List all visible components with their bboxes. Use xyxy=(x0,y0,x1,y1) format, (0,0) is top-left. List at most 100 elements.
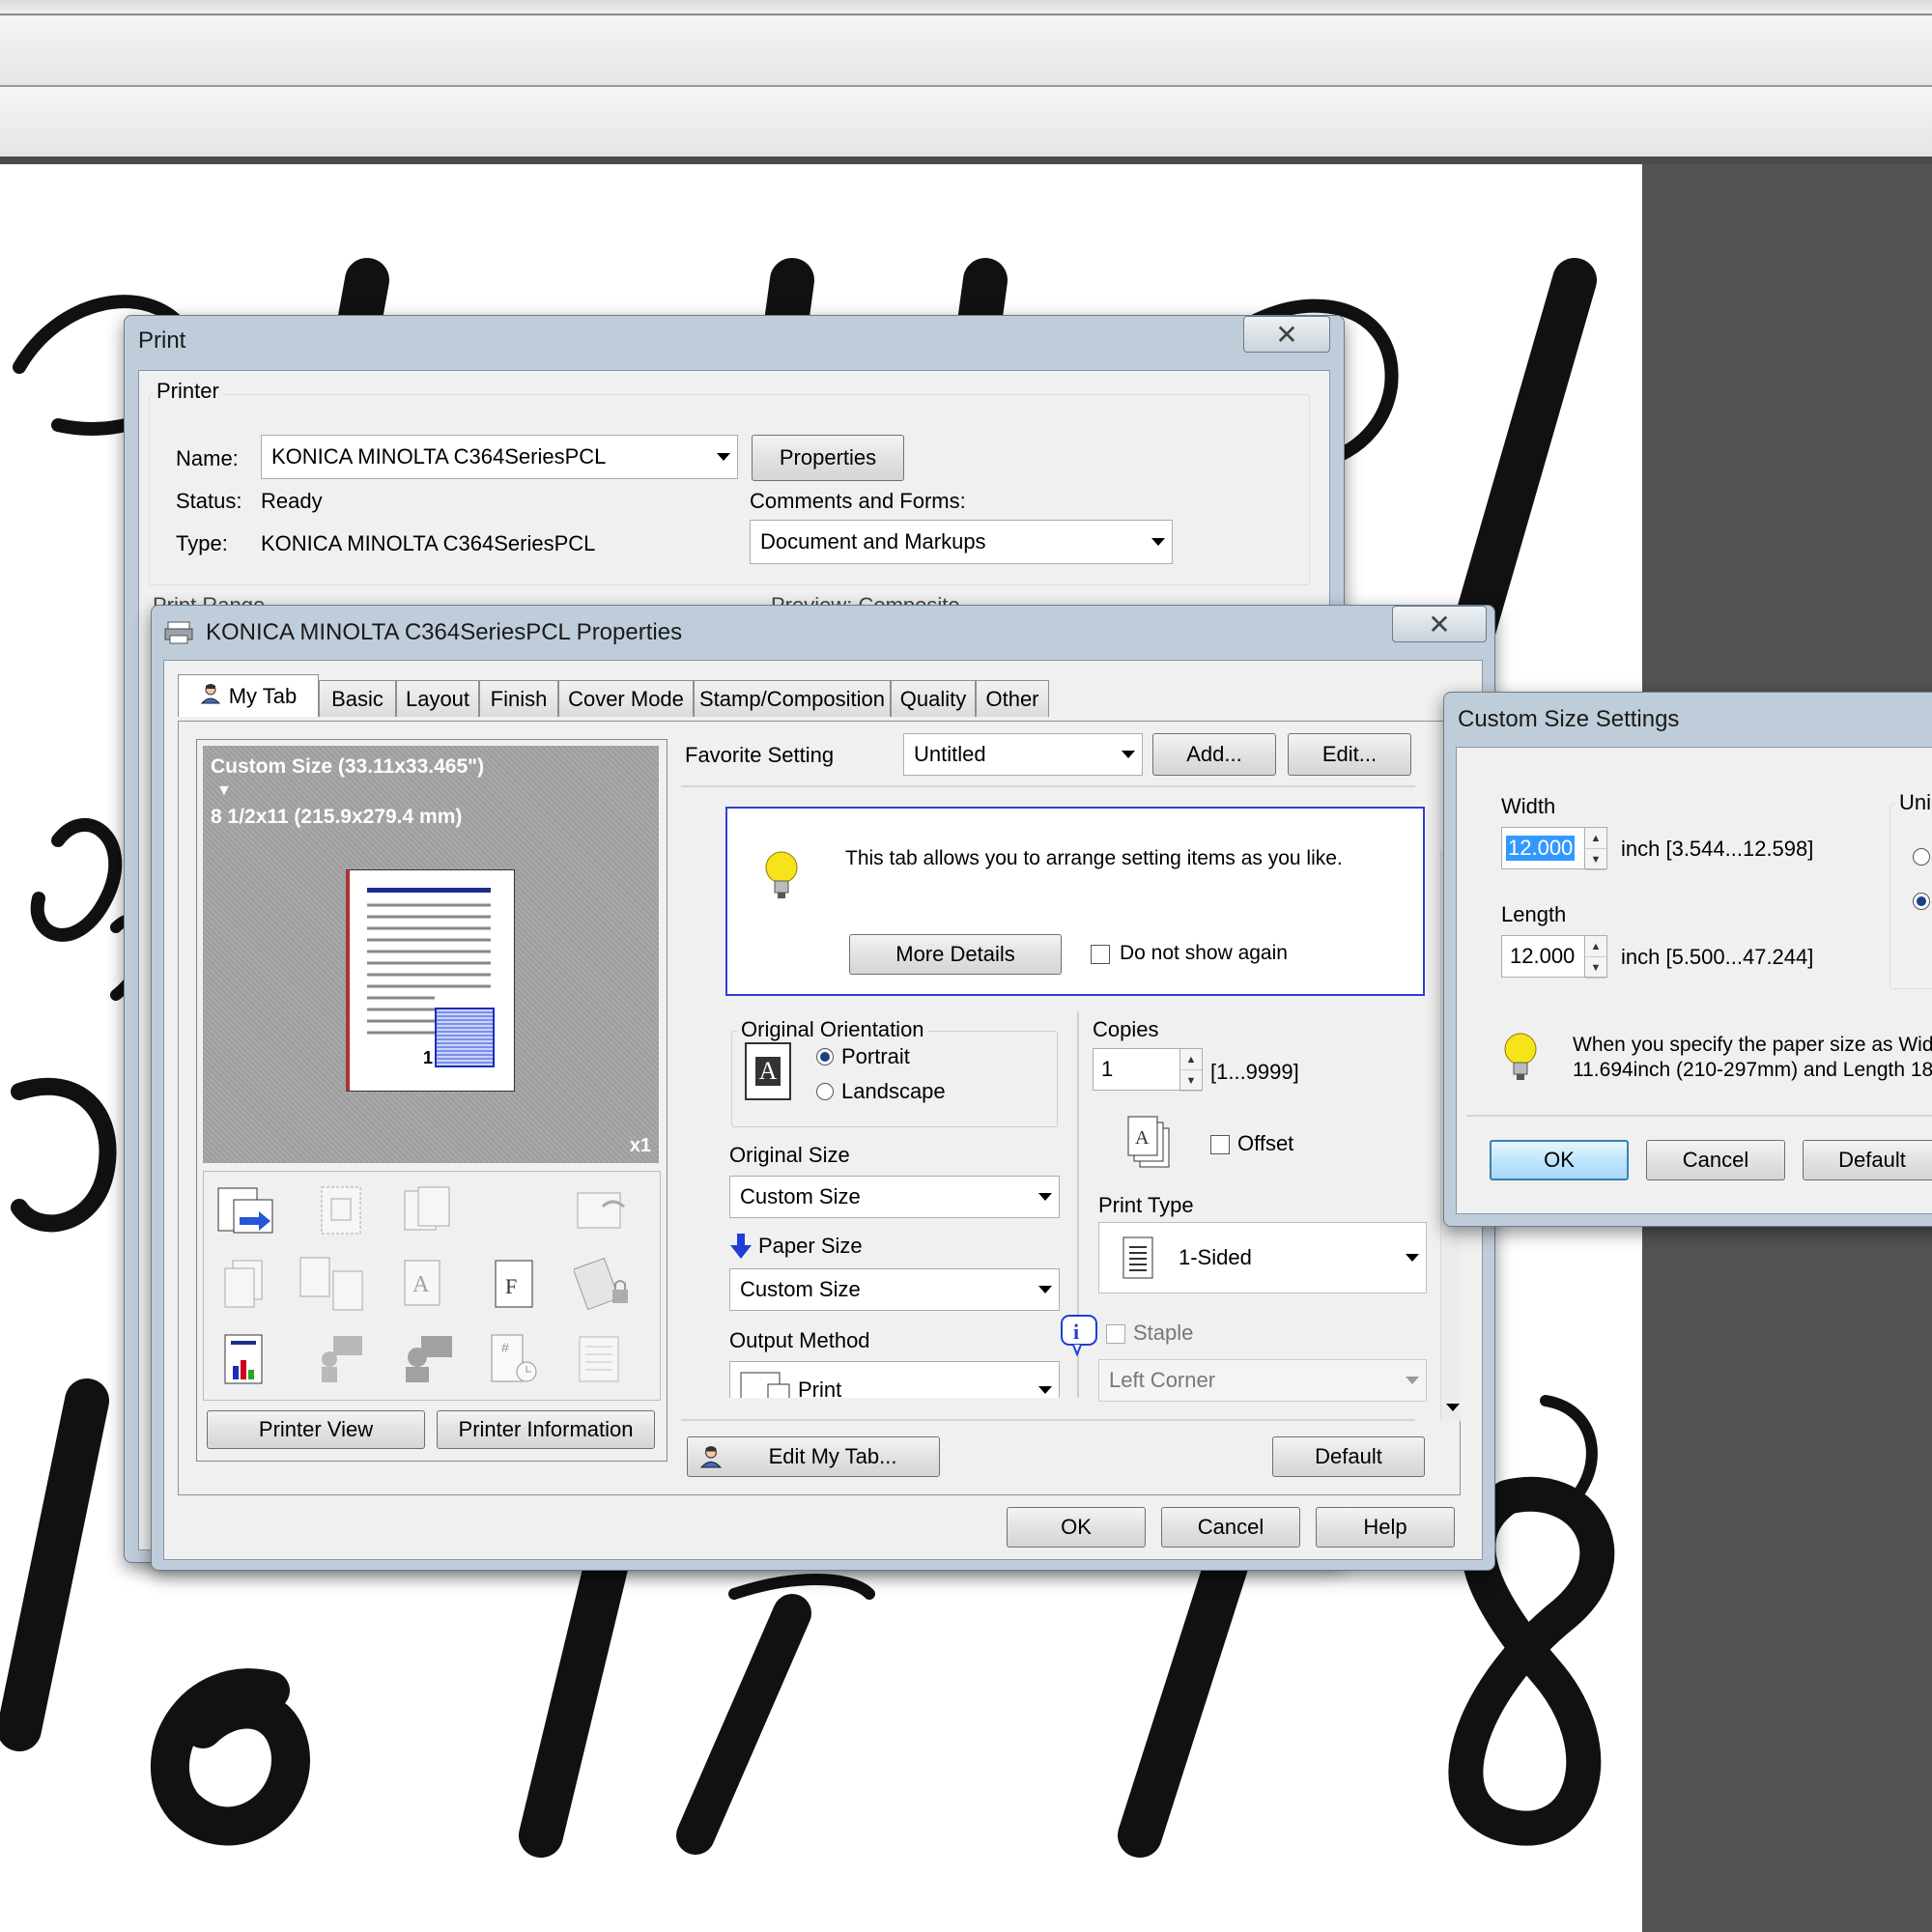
print-dialog-close-button[interactable]: ✕ xyxy=(1243,316,1330,353)
staple-position-select[interactable]: Left Corner xyxy=(1098,1359,1427,1402)
do-not-show-again-checkbox[interactable] xyxy=(1091,945,1110,964)
length-label: Length xyxy=(1501,902,1567,926)
tab-cover-mode[interactable]: Cover Mode xyxy=(558,680,694,717)
chevron-down-icon xyxy=(1115,734,1142,775)
tip-panel: This tab allows you to arrange setting i… xyxy=(725,807,1425,996)
lightbulb-icon xyxy=(762,847,801,905)
booklet-icon[interactable] xyxy=(397,1181,459,1239)
secure-print-icon[interactable] xyxy=(569,1255,639,1313)
portrait-radio[interactable] xyxy=(816,1048,834,1065)
schedule-print-icon[interactable]: # xyxy=(484,1330,546,1388)
combine-icon[interactable] xyxy=(213,1255,275,1313)
spin-down-icon[interactable]: ▼ xyxy=(1585,957,1606,979)
custom-size-default-button[interactable]: Default xyxy=(1803,1140,1932,1180)
tab-layout[interactable]: Layout xyxy=(396,680,479,717)
paper-size-select[interactable]: Custom Size xyxy=(729,1268,1060,1311)
portrait-label: Portrait xyxy=(841,1044,910,1068)
poster-icon[interactable] xyxy=(310,1181,372,1239)
size-tip-line1: When you specify the paper size as Wid xyxy=(1573,1034,1932,1056)
length-spinner[interactable]: ▲ ▼ xyxy=(1584,935,1607,979)
close-icon: ✕ xyxy=(1275,319,1298,350)
printer-name-select[interactable]: KONICA MINOLTA C364SeriesPCL xyxy=(261,435,738,479)
info-icon[interactable]: i xyxy=(1060,1315,1098,1356)
rotate-icon[interactable] xyxy=(569,1181,639,1239)
more-details-button[interactable]: More Details xyxy=(849,934,1062,975)
spin-down-icon[interactable]: ▼ xyxy=(1180,1070,1202,1092)
preview-area: Custom Size (33.11x33.465") ▼ 8 1/2x11 (… xyxy=(203,746,659,1163)
chevron-down-icon xyxy=(1399,1223,1426,1293)
comments-forms-select[interactable]: Document and Markups xyxy=(750,520,1173,564)
tab-stamp-composition[interactable]: Stamp/Composition xyxy=(694,680,891,717)
scroll-down-icon[interactable] xyxy=(1446,1404,1460,1411)
watermark-icon[interactable] xyxy=(569,1330,631,1388)
preview-original-size: Custom Size (33.11x33.465") xyxy=(211,755,485,778)
custom-size-client: Width 12.000 ▲ ▼ inch [3.544...12.598] Le… xyxy=(1456,747,1932,1214)
spin-up-icon[interactable]: ▲ xyxy=(1585,828,1606,849)
chevron-down-icon xyxy=(1032,1269,1059,1310)
staple-label: Staple xyxy=(1133,1321,1194,1345)
output-method-value: Print xyxy=(798,1378,842,1398)
page-number: 1 xyxy=(423,1048,434,1067)
tip-text: This tab allows you to arrange setting i… xyxy=(845,847,1343,869)
page-preview: 1 xyxy=(346,869,515,1092)
properties-button[interactable]: Properties xyxy=(752,435,904,481)
tab-strip: My Tab Basic Layout Finish Cover Mode St… xyxy=(178,674,1472,723)
offset-checkbox[interactable] xyxy=(1210,1135,1230,1154)
help-button[interactable]: Help xyxy=(1316,1507,1455,1548)
favorite-setting-value: Untitled xyxy=(914,742,986,766)
tab-finish[interactable]: Finish xyxy=(479,680,558,717)
chevron-down-icon xyxy=(710,436,737,478)
tab-my-tab-label: My Tab xyxy=(228,683,298,708)
add-favorite-button[interactable]: Add... xyxy=(1152,733,1276,776)
cancel-button[interactable]: Cancel xyxy=(1161,1507,1300,1548)
spin-up-icon[interactable]: ▲ xyxy=(1180,1049,1202,1070)
properties-dialog-close-button[interactable]: ✕ xyxy=(1392,606,1487,642)
copies-spinner[interactable]: ▲ ▼ xyxy=(1179,1048,1203,1092)
comments-label: Comments and Forms: xyxy=(750,489,966,513)
default-button[interactable]: Default xyxy=(1272,1436,1425,1477)
spin-down-icon[interactable]: ▼ xyxy=(1585,849,1606,870)
favorite-setting-select[interactable]: Untitled xyxy=(903,733,1143,776)
copies-label: Copies xyxy=(1093,1017,1159,1041)
staple-checkbox[interactable] xyxy=(1106,1324,1125,1344)
form-overlay-icon[interactable]: F xyxy=(484,1255,546,1313)
do-not-show-again-label: Do not show again xyxy=(1120,942,1288,964)
original-size-label: Original Size xyxy=(729,1143,850,1167)
printer-view-button[interactable]: Printer View xyxy=(207,1410,425,1449)
landscape-radio[interactable] xyxy=(816,1083,834,1100)
duplex-icon[interactable] xyxy=(213,1181,283,1239)
edit-favorite-button[interactable]: Edit... xyxy=(1288,733,1411,776)
one-sided-icon xyxy=(1120,1234,1158,1284)
tab-my-tab[interactable]: My Tab xyxy=(178,674,319,717)
color-settings-icon[interactable] xyxy=(213,1330,275,1388)
custom-size-cancel-button[interactable]: Cancel xyxy=(1646,1140,1785,1180)
copies-range: [1...9999] xyxy=(1210,1060,1299,1084)
collate-copies-icon: A xyxy=(1125,1114,1178,1172)
spin-up-icon[interactable]: ▲ xyxy=(1585,936,1606,957)
font-icon[interactable]: A xyxy=(397,1255,459,1313)
output-method-clip: Print xyxy=(729,1361,1060,1398)
orientation-glyph: A xyxy=(754,1057,781,1086)
tab-other[interactable]: Other xyxy=(976,680,1049,717)
width-spinner[interactable]: ▲ ▼ xyxy=(1584,827,1607,870)
tab-quality[interactable]: Quality xyxy=(891,680,976,717)
account-track-icon[interactable] xyxy=(310,1330,372,1388)
length-input[interactable]: 12.000 xyxy=(1501,935,1588,978)
sort-icon[interactable] xyxy=(297,1255,370,1313)
tab-panel: Custom Size (33.11x33.465") ▼ 8 1/2x11 (… xyxy=(178,721,1461,1495)
custom-size-ok-button[interactable]: OK xyxy=(1490,1140,1629,1180)
unit-mm-radio[interactable] xyxy=(1913,893,1930,910)
original-size-select[interactable]: Custom Size xyxy=(729,1176,1060,1218)
favorite-setting-label: Favorite Setting xyxy=(685,743,835,767)
tab-basic[interactable]: Basic xyxy=(319,680,396,717)
copies-input[interactable]: 1 xyxy=(1093,1048,1183,1091)
unit-inch-radio[interactable] xyxy=(1913,848,1930,866)
arrow-down-icon xyxy=(729,1232,753,1261)
user-auth-icon[interactable] xyxy=(397,1330,459,1388)
width-input[interactable]: 12.000 xyxy=(1501,827,1588,869)
printer-information-button[interactable]: Printer Information xyxy=(437,1410,655,1449)
preview-pane: Custom Size (33.11x33.465") ▼ 8 1/2x11 (… xyxy=(196,739,668,1462)
edit-my-tab-button[interactable]: Edit My Tab... xyxy=(687,1436,940,1477)
ok-button[interactable]: OK xyxy=(1007,1507,1146,1548)
custom-size-dialog: Custom Size Settings Width 12.000 ▲ ▼ inc… xyxy=(1443,692,1932,1227)
